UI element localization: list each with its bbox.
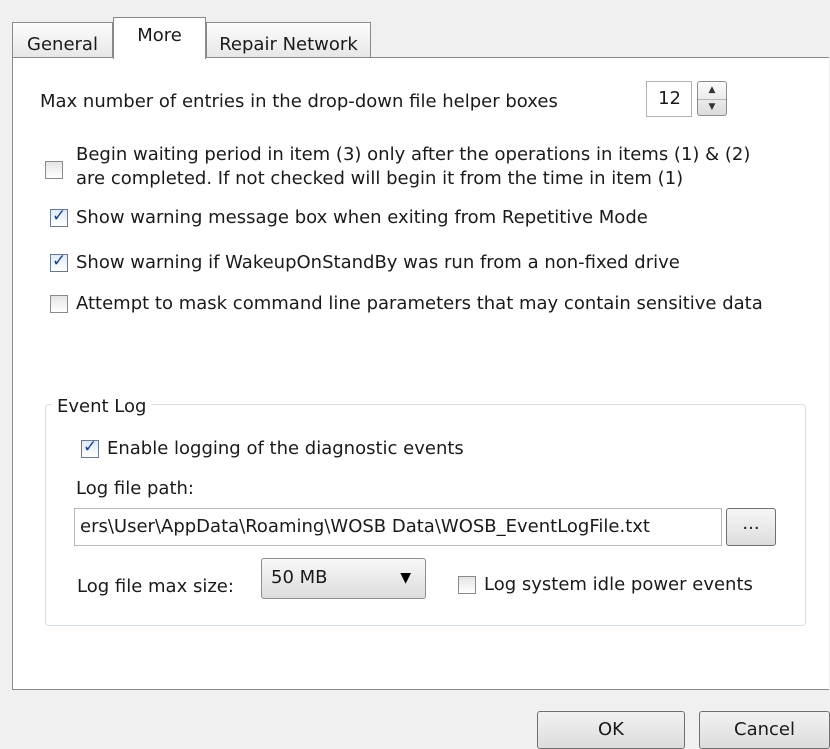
show-warning-exit-label: Show warning message box when exiting fr… bbox=[76, 207, 648, 228]
log-max-size-label: Log file max size: bbox=[77, 576, 234, 597]
show-warning-nonfixed-checkbox[interactable]: ✓ bbox=[50, 251, 68, 272]
browse-button[interactable]: ... bbox=[726, 508, 776, 546]
log-max-size-select[interactable]: 50 MB ▼ bbox=[261, 558, 426, 599]
begin-waiting-label-line1: Begin waiting period in item (3) only af… bbox=[76, 144, 751, 165]
log-idle-events-label: Log system idle power events bbox=[484, 574, 753, 595]
begin-waiting-label: Begin waiting period in item (3) only af… bbox=[76, 143, 750, 191]
begin-waiting-checkbox[interactable] bbox=[45, 161, 63, 179]
spinner-down-icon[interactable]: ▼ bbox=[698, 99, 726, 116]
checkmark-icon: ✓ bbox=[83, 437, 98, 457]
show-warning-nonfixed-label: Show warning if WakeupOnStandBy was run … bbox=[76, 252, 680, 273]
enable-logging-checkbox[interactable]: ✓ bbox=[81, 437, 99, 458]
dropdown-arrow-icon: ▼ bbox=[400, 570, 411, 586]
tab-more[interactable]: More bbox=[113, 17, 206, 59]
max-entries-input[interactable]: 12 bbox=[646, 81, 692, 117]
max-entries-spinner[interactable]: ▲ ▼ bbox=[697, 81, 727, 116]
spinner-up-icon[interactable]: ▲ bbox=[698, 82, 726, 100]
log-idle-events-checkbox[interactable] bbox=[458, 576, 476, 594]
checkmark-icon: ✓ bbox=[52, 251, 67, 271]
checkmark-icon: ✓ bbox=[52, 206, 67, 226]
tab-general[interactable]: General bbox=[12, 22, 113, 58]
begin-waiting-label-line2: are completed. If not checked will begin… bbox=[76, 168, 684, 189]
log-file-path-input[interactable]: ers\User\AppData\Roaming\WOSB Data\WOSB_… bbox=[74, 508, 722, 546]
show-warning-exit-checkbox[interactable]: ✓ bbox=[50, 206, 68, 227]
log-max-size-value: 50 MB bbox=[271, 567, 328, 588]
ok-button[interactable]: OK bbox=[537, 711, 685, 749]
tab-repair-network[interactable]: Repair Network bbox=[206, 22, 371, 58]
mask-parameters-label: Attempt to mask command line parameters … bbox=[76, 293, 763, 314]
log-file-path-label: Log file path: bbox=[76, 478, 194, 499]
cancel-button[interactable]: Cancel bbox=[699, 711, 830, 749]
event-log-title: Event Log bbox=[52, 396, 152, 417]
mask-parameters-checkbox[interactable] bbox=[50, 295, 68, 313]
max-entries-label: Max number of entries in the drop-down f… bbox=[40, 91, 558, 112]
enable-logging-label: Enable logging of the diagnostic events bbox=[107, 438, 464, 459]
